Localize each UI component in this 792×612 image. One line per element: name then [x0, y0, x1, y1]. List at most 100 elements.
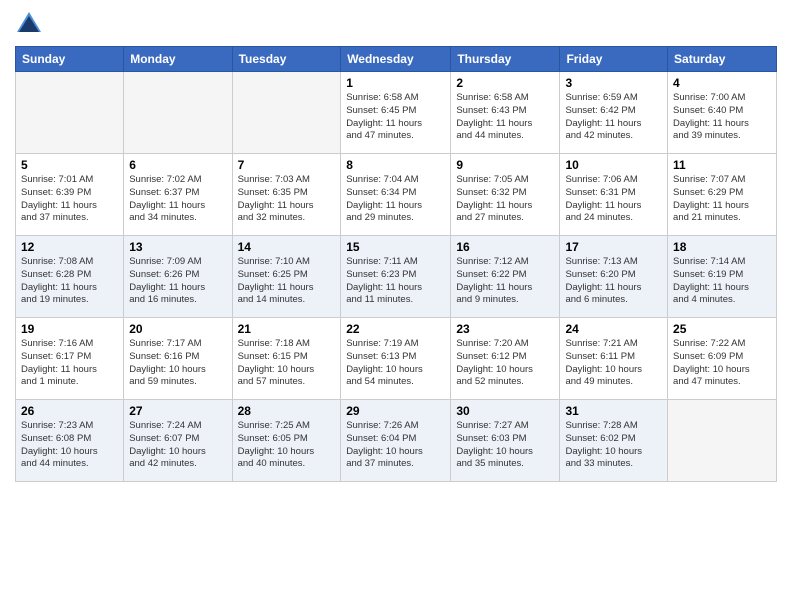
calendar-cell: 15 Sunrise: 7:11 AM Sunset: 6:23 PM Dayli…	[341, 236, 451, 318]
calendar-cell	[668, 400, 777, 482]
calendar-cell: 4 Sunrise: 7:00 AM Sunset: 6:40 PM Daylig…	[668, 72, 777, 154]
day-info: Sunrise: 7:14 AM Sunset: 6:19 PM Dayligh…	[673, 256, 771, 307]
calendar-cell: 28 Sunrise: 7:25 AM Sunset: 6:05 PM Dayli…	[232, 400, 341, 482]
calendar-cell: 11 Sunrise: 7:07 AM Sunset: 6:29 PM Dayli…	[668, 154, 777, 236]
day-number: 27	[129, 404, 226, 418]
day-number: 12	[21, 240, 118, 254]
calendar-cell: 1 Sunrise: 6:58 AM Sunset: 6:45 PM Daylig…	[341, 72, 451, 154]
col-header-tuesday: Tuesday	[232, 47, 341, 72]
day-number: 22	[346, 322, 445, 336]
day-number: 4	[673, 76, 771, 90]
day-info: Sunrise: 7:23 AM Sunset: 6:08 PM Dayligh…	[21, 420, 118, 471]
calendar-week-4: 19 Sunrise: 7:16 AM Sunset: 6:17 PM Dayli…	[16, 318, 777, 400]
day-number: 19	[21, 322, 118, 336]
calendar-week-5: 26 Sunrise: 7:23 AM Sunset: 6:08 PM Dayli…	[16, 400, 777, 482]
calendar-cell: 8Sunrise: 7:04 AM Sunset: 6:34 PM Daylig…	[341, 154, 451, 236]
logo	[15, 10, 47, 38]
calendar-cell	[232, 72, 341, 154]
day-info: Sunrise: 7:25 AM Sunset: 6:05 PM Dayligh…	[238, 420, 336, 471]
day-number: 20	[129, 322, 226, 336]
day-number: 30	[456, 404, 554, 418]
calendar-cell: 16Sunrise: 7:12 AM Sunset: 6:22 PM Dayli…	[451, 236, 560, 318]
day-info: Sunrise: 7:16 AM Sunset: 6:17 PM Dayligh…	[21, 338, 118, 389]
day-info: Sunrise: 7:08 AM Sunset: 6:28 PM Dayligh…	[21, 256, 118, 307]
day-info: Sunrise: 7:10 AM Sunset: 6:25 PM Dayligh…	[238, 256, 336, 307]
day-info: Sunrise: 7:01 AM Sunset: 6:39 PM Dayligh…	[21, 174, 118, 225]
day-number: 16	[456, 240, 554, 254]
day-info: Sunrise: 7:28 AM Sunset: 6:02 PM Dayligh…	[565, 420, 662, 471]
calendar-header-row: SundayMondayTuesdayWednesdayThursdayFrid…	[16, 47, 777, 72]
day-number: 10	[565, 158, 662, 172]
calendar-cell	[124, 72, 232, 154]
page: SundayMondayTuesdayWednesdayThursdayFrid…	[0, 0, 792, 612]
day-number: 2	[456, 76, 554, 90]
calendar-cell: 7 Sunrise: 7:03 AM Sunset: 6:35 PM Daylig…	[232, 154, 341, 236]
calendar: SundayMondayTuesdayWednesdayThursdayFrid…	[15, 46, 777, 482]
day-number: 24	[565, 322, 662, 336]
day-info: Sunrise: 7:07 AM Sunset: 6:29 PM Dayligh…	[673, 174, 771, 225]
calendar-cell: 23 Sunrise: 7:20 AM Sunset: 6:12 PM Dayli…	[451, 318, 560, 400]
day-number: 28	[238, 404, 336, 418]
calendar-cell: 21Sunrise: 7:18 AM Sunset: 6:15 PM Dayli…	[232, 318, 341, 400]
header	[15, 10, 777, 38]
day-info: Sunrise: 7:03 AM Sunset: 6:35 PM Dayligh…	[238, 174, 336, 225]
day-info: Sunrise: 7:00 AM Sunset: 6:40 PM Dayligh…	[673, 92, 771, 143]
day-info: Sunrise: 7:11 AM Sunset: 6:23 PM Dayligh…	[346, 256, 445, 307]
calendar-cell: 9Sunrise: 7:05 AM Sunset: 6:32 PM Daylig…	[451, 154, 560, 236]
day-number: 25	[673, 322, 771, 336]
day-number: 6	[129, 158, 226, 172]
day-info: Sunrise: 7:09 AM Sunset: 6:26 PM Dayligh…	[129, 256, 226, 307]
calendar-cell: 30 Sunrise: 7:27 AM Sunset: 6:03 PM Dayli…	[451, 400, 560, 482]
day-info: Sunrise: 7:05 AM Sunset: 6:32 PM Dayligh…	[456, 174, 554, 225]
calendar-cell: 19 Sunrise: 7:16 AM Sunset: 6:17 PM Dayli…	[16, 318, 124, 400]
day-number: 13	[129, 240, 226, 254]
calendar-cell: 2Sunrise: 6:58 AM Sunset: 6:43 PM Daylig…	[451, 72, 560, 154]
day-number: 11	[673, 158, 771, 172]
calendar-cell: 6 Sunrise: 7:02 AM Sunset: 6:37 PM Daylig…	[124, 154, 232, 236]
day-info: Sunrise: 7:26 AM Sunset: 6:04 PM Dayligh…	[346, 420, 445, 471]
day-number: 15	[346, 240, 445, 254]
day-number: 31	[565, 404, 662, 418]
col-header-wednesday: Wednesday	[341, 47, 451, 72]
day-number: 29	[346, 404, 445, 418]
day-number: 26	[21, 404, 118, 418]
col-header-monday: Monday	[124, 47, 232, 72]
calendar-cell: 24 Sunrise: 7:21 AM Sunset: 6:11 PM Dayli…	[560, 318, 668, 400]
day-number: 17	[565, 240, 662, 254]
day-info: Sunrise: 7:02 AM Sunset: 6:37 PM Dayligh…	[129, 174, 226, 225]
calendar-week-2: 5 Sunrise: 7:01 AM Sunset: 6:39 PM Daylig…	[16, 154, 777, 236]
calendar-cell: 20Sunrise: 7:17 AM Sunset: 6:16 PM Dayli…	[124, 318, 232, 400]
day-info: Sunrise: 7:21 AM Sunset: 6:11 PM Dayligh…	[565, 338, 662, 389]
calendar-cell: 14Sunrise: 7:10 AM Sunset: 6:25 PM Dayli…	[232, 236, 341, 318]
logo-icon	[15, 10, 43, 38]
day-number: 7	[238, 158, 336, 172]
calendar-cell: 18Sunrise: 7:14 AM Sunset: 6:19 PM Dayli…	[668, 236, 777, 318]
calendar-cell: 22 Sunrise: 7:19 AM Sunset: 6:13 PM Dayli…	[341, 318, 451, 400]
day-number: 1	[346, 76, 445, 90]
day-number: 23	[456, 322, 554, 336]
calendar-cell: 17 Sunrise: 7:13 AM Sunset: 6:20 PM Dayli…	[560, 236, 668, 318]
day-info: Sunrise: 7:13 AM Sunset: 6:20 PM Dayligh…	[565, 256, 662, 307]
day-number: 5	[21, 158, 118, 172]
day-info: Sunrise: 7:22 AM Sunset: 6:09 PM Dayligh…	[673, 338, 771, 389]
col-header-friday: Friday	[560, 47, 668, 72]
calendar-week-3: 12 Sunrise: 7:08 AM Sunset: 6:28 PM Dayli…	[16, 236, 777, 318]
day-info: Sunrise: 7:20 AM Sunset: 6:12 PM Dayligh…	[456, 338, 554, 389]
calendar-cell: 13 Sunrise: 7:09 AM Sunset: 6:26 PM Dayli…	[124, 236, 232, 318]
calendar-cell: 10Sunrise: 7:06 AM Sunset: 6:31 PM Dayli…	[560, 154, 668, 236]
day-info: Sunrise: 7:18 AM Sunset: 6:15 PM Dayligh…	[238, 338, 336, 389]
calendar-cell: 29 Sunrise: 7:26 AM Sunset: 6:04 PM Dayli…	[341, 400, 451, 482]
day-info: Sunrise: 7:27 AM Sunset: 6:03 PM Dayligh…	[456, 420, 554, 471]
calendar-cell: 3Sunrise: 6:59 AM Sunset: 6:42 PM Daylig…	[560, 72, 668, 154]
day-info: Sunrise: 7:04 AM Sunset: 6:34 PM Dayligh…	[346, 174, 445, 225]
col-header-saturday: Saturday	[668, 47, 777, 72]
calendar-cell: 27Sunrise: 7:24 AM Sunset: 6:07 PM Dayli…	[124, 400, 232, 482]
calendar-cell: 25 Sunrise: 7:22 AM Sunset: 6:09 PM Dayli…	[668, 318, 777, 400]
col-header-thursday: Thursday	[451, 47, 560, 72]
day-info: Sunrise: 7:19 AM Sunset: 6:13 PM Dayligh…	[346, 338, 445, 389]
calendar-cell: 31 Sunrise: 7:28 AM Sunset: 6:02 PM Dayli…	[560, 400, 668, 482]
day-info: Sunrise: 6:58 AM Sunset: 6:45 PM Dayligh…	[346, 92, 445, 143]
day-number: 3	[565, 76, 662, 90]
calendar-cell: 26 Sunrise: 7:23 AM Sunset: 6:08 PM Dayli…	[16, 400, 124, 482]
calendar-cell: 12 Sunrise: 7:08 AM Sunset: 6:28 PM Dayli…	[16, 236, 124, 318]
